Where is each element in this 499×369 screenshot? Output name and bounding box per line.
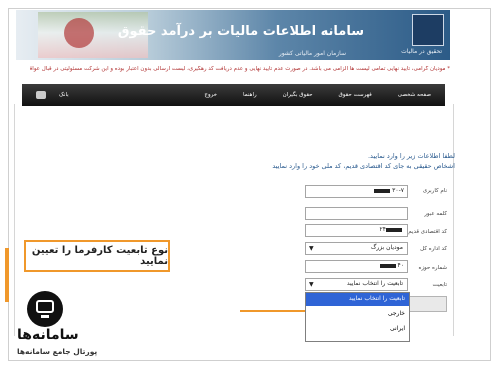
nav-item-help[interactable]: راهنما [243,92,257,98]
username-input[interactable]: ۳۰-۷ [305,185,408,198]
masked-text [374,188,391,193]
nationality-select[interactable]: تابعیت را انتخاب نمایید ▼ [305,278,408,291]
tax-logo-icon [412,14,444,46]
nationality-value: تابعیت را انتخاب نمایید [346,280,403,287]
option-select-nationality[interactable]: تابعیت را انتخاب نمایید [306,293,409,306]
nav-item-salary-list[interactable]: فهرست حقوق [339,92,372,98]
form-heading: لطفا اطلاعات زیر را وارد نمایید. [367,152,455,160]
office-code-value: مودیان بزرگ [370,244,403,251]
bank-icon[interactable] [36,91,46,99]
district-number-value: ۴۰ [397,262,404,269]
option-foreign[interactable]: خارجی [306,308,409,321]
notice-text: * مودیان گرامی، تایید نهایی تمامی لیست ه… [30,66,450,72]
economic-code-input[interactable]: ۲۴ [305,224,408,237]
annotation-callout: نوع تابعیت کارفرما را تعیین نمایید [24,240,170,272]
annotation-bar [5,248,9,302]
brand-logo-icon [27,291,63,327]
site-banner: سامانه اطلاعات مالیات بر درآمد حقوق سازم… [16,10,450,60]
site-subtitle: سازمان امور مالیاتی کشور [278,50,346,57]
nationality-dropdown: تابعیت را انتخاب نمایید خارجی ایرانی [305,292,410,342]
site-title: سامانه اطلاعات مالیات بر درآمد حقوق [117,24,364,39]
main-nav: صفحه شخصی فهرست حقوق حقوق بگیران راهنما … [22,84,445,106]
district-number-input[interactable]: ۴۰ [305,260,408,273]
masked-text [379,263,396,268]
username-value: ۳۰-۷ [392,187,404,194]
monitor-stand [41,315,49,318]
brand-name: سامانه‌ها [17,327,79,343]
nav-item-employees[interactable]: حقوق بگیران [283,92,313,98]
nav-item-logout[interactable]: خروج [204,92,217,98]
chevron-down-icon: ▼ [309,245,314,252]
brand-tagline: پورتال جامع سامانه‌ها [17,347,98,356]
annotation-pointer [240,310,305,312]
masked-text [386,227,402,232]
office-code-select[interactable]: مودیان بزرگ ▼ [305,242,408,255]
logo-caption: تحقیق در مالیات [401,48,442,55]
nav-item-bank[interactable]: بانک [59,92,69,98]
nav-item-personal-page[interactable]: صفحه شخصی [398,92,431,98]
emblem-icon [64,18,94,48]
form-subheading: اشخاص حقیقی به جای کد اقتصادی قدیم، کد م… [272,162,455,170]
option-iranian[interactable]: ایرانی [306,323,409,336]
chevron-down-icon: ▼ [309,281,314,288]
password-input[interactable] [305,207,408,220]
monitor-icon [36,300,54,313]
